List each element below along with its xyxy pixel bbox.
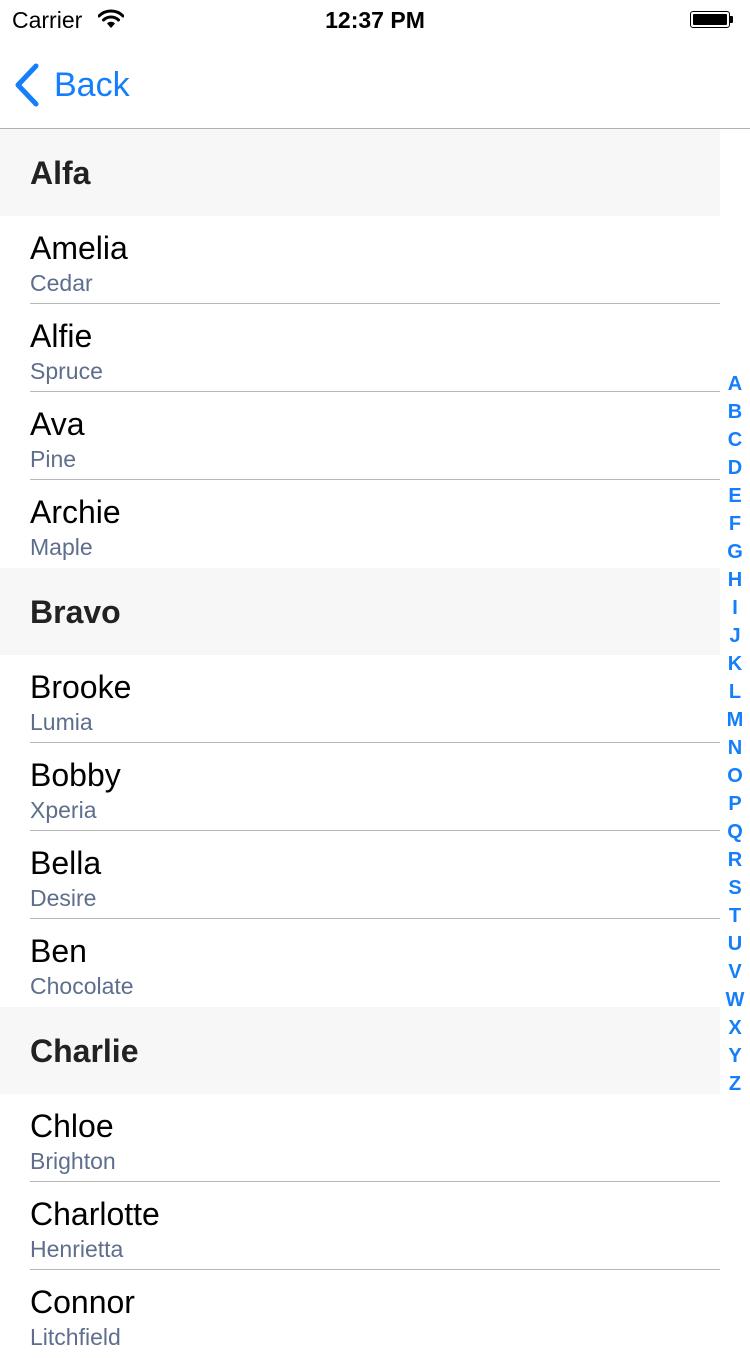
index-letter[interactable]: U — [728, 930, 742, 958]
row-title: Chloe — [30, 1108, 114, 1144]
index-letter[interactable]: Q — [727, 818, 743, 846]
table-row[interactable]: Connor Litchfield — [0, 1270, 720, 1358]
section-header-charlie: Charlie — [0, 1007, 720, 1094]
back-label: Back — [54, 65, 130, 104]
back-button[interactable]: Back — [14, 62, 130, 108]
index-letter[interactable]: Z — [729, 1070, 741, 1098]
index-letter[interactable]: O — [727, 762, 743, 790]
row-title: Archie — [30, 494, 121, 530]
index-letter[interactable]: P — [728, 790, 741, 818]
row-subtitle: Maple — [30, 534, 93, 560]
row-subtitle: Spruce — [30, 358, 103, 384]
index-letter[interactable]: L — [729, 678, 741, 706]
section-index[interactable]: A B C D E F G H I J K L M N O P Q R S T … — [722, 370, 748, 1098]
row-subtitle: Henrietta — [30, 1236, 124, 1262]
table-row[interactable]: Bobby Xperia — [0, 743, 720, 831]
index-letter[interactable]: T — [729, 902, 741, 930]
row-title: Amelia — [30, 230, 128, 266]
index-letter[interactable]: W — [726, 986, 745, 1014]
row-subtitle: Brighton — [30, 1148, 116, 1174]
table-row[interactable]: Ava Pine — [0, 392, 720, 480]
index-letter[interactable]: B — [728, 398, 742, 426]
table-row[interactable]: Bella Desire — [0, 831, 720, 919]
table-row[interactable]: Archie Maple — [0, 480, 720, 568]
contacts-table: Alfa Amelia Cedar Alfie Spruce Ava Pine Arc… — [0, 129, 720, 1358]
chevron-left-icon — [14, 63, 40, 107]
index-letter[interactable]: V — [728, 958, 741, 986]
section-title: Charlie — [30, 1033, 139, 1069]
clock: 12:37 PM — [325, 7, 425, 33]
row-subtitle: Litchfield — [30, 1324, 121, 1350]
section-title: Alfa — [30, 155, 91, 191]
row-title: Ben — [30, 933, 87, 969]
index-letter[interactable]: A — [728, 370, 742, 398]
row-title: Charlotte — [30, 1196, 160, 1232]
table-row[interactable]: Ben Chocolate — [0, 919, 720, 1007]
index-letter[interactable]: Y — [728, 1042, 741, 1070]
table-row[interactable]: Chloe Brighton — [0, 1094, 720, 1182]
section-header-bravo: Bravo — [0, 568, 720, 655]
row-title: Connor — [30, 1284, 135, 1320]
row-subtitle: Cedar — [30, 270, 93, 296]
table-row[interactable]: Amelia Cedar — [0, 216, 720, 304]
index-letter[interactable]: M — [727, 706, 744, 734]
index-letter[interactable]: K — [728, 650, 742, 678]
row-subtitle: Pine — [30, 446, 77, 472]
row-title: Ava — [30, 406, 85, 442]
navigation-bar: Back — [0, 40, 750, 129]
row-title: Bella — [30, 845, 102, 881]
table-row[interactable]: Alfie Spruce — [0, 304, 720, 392]
index-letter[interactable]: G — [727, 538, 743, 566]
row-subtitle: Desire — [30, 885, 97, 911]
row-title: Alfie — [30, 318, 93, 354]
row-subtitle: Chocolate — [30, 973, 134, 999]
row-title: Bobby — [30, 757, 121, 793]
row-title: Brooke — [30, 669, 132, 705]
index-letter[interactable]: D — [728, 454, 742, 482]
section-title: Bravo — [30, 594, 121, 630]
index-letter[interactable]: C — [728, 426, 742, 454]
table-row[interactable]: Charlotte Henrietta — [0, 1182, 720, 1270]
index-letter[interactable]: N — [728, 734, 742, 762]
index-letter[interactable]: R — [728, 846, 742, 874]
row-subtitle: Lumia — [30, 709, 93, 735]
table-row[interactable]: Brooke Lumia — [0, 655, 720, 743]
index-letter[interactable]: S — [728, 874, 741, 902]
index-letter[interactable]: J — [729, 622, 740, 650]
index-letter[interactable]: X — [728, 1014, 741, 1042]
index-letter[interactable]: E — [728, 482, 741, 510]
row-subtitle: Xperia — [30, 797, 97, 823]
index-letter[interactable]: I — [732, 594, 738, 622]
status-bar: Carrier 12:37 PM — [0, 0, 750, 40]
index-letter[interactable]: H — [728, 566, 742, 594]
section-header-alfa: Alfa — [0, 129, 720, 216]
index-letter[interactable]: F — [729, 510, 741, 538]
battery-icon — [690, 11, 734, 30]
